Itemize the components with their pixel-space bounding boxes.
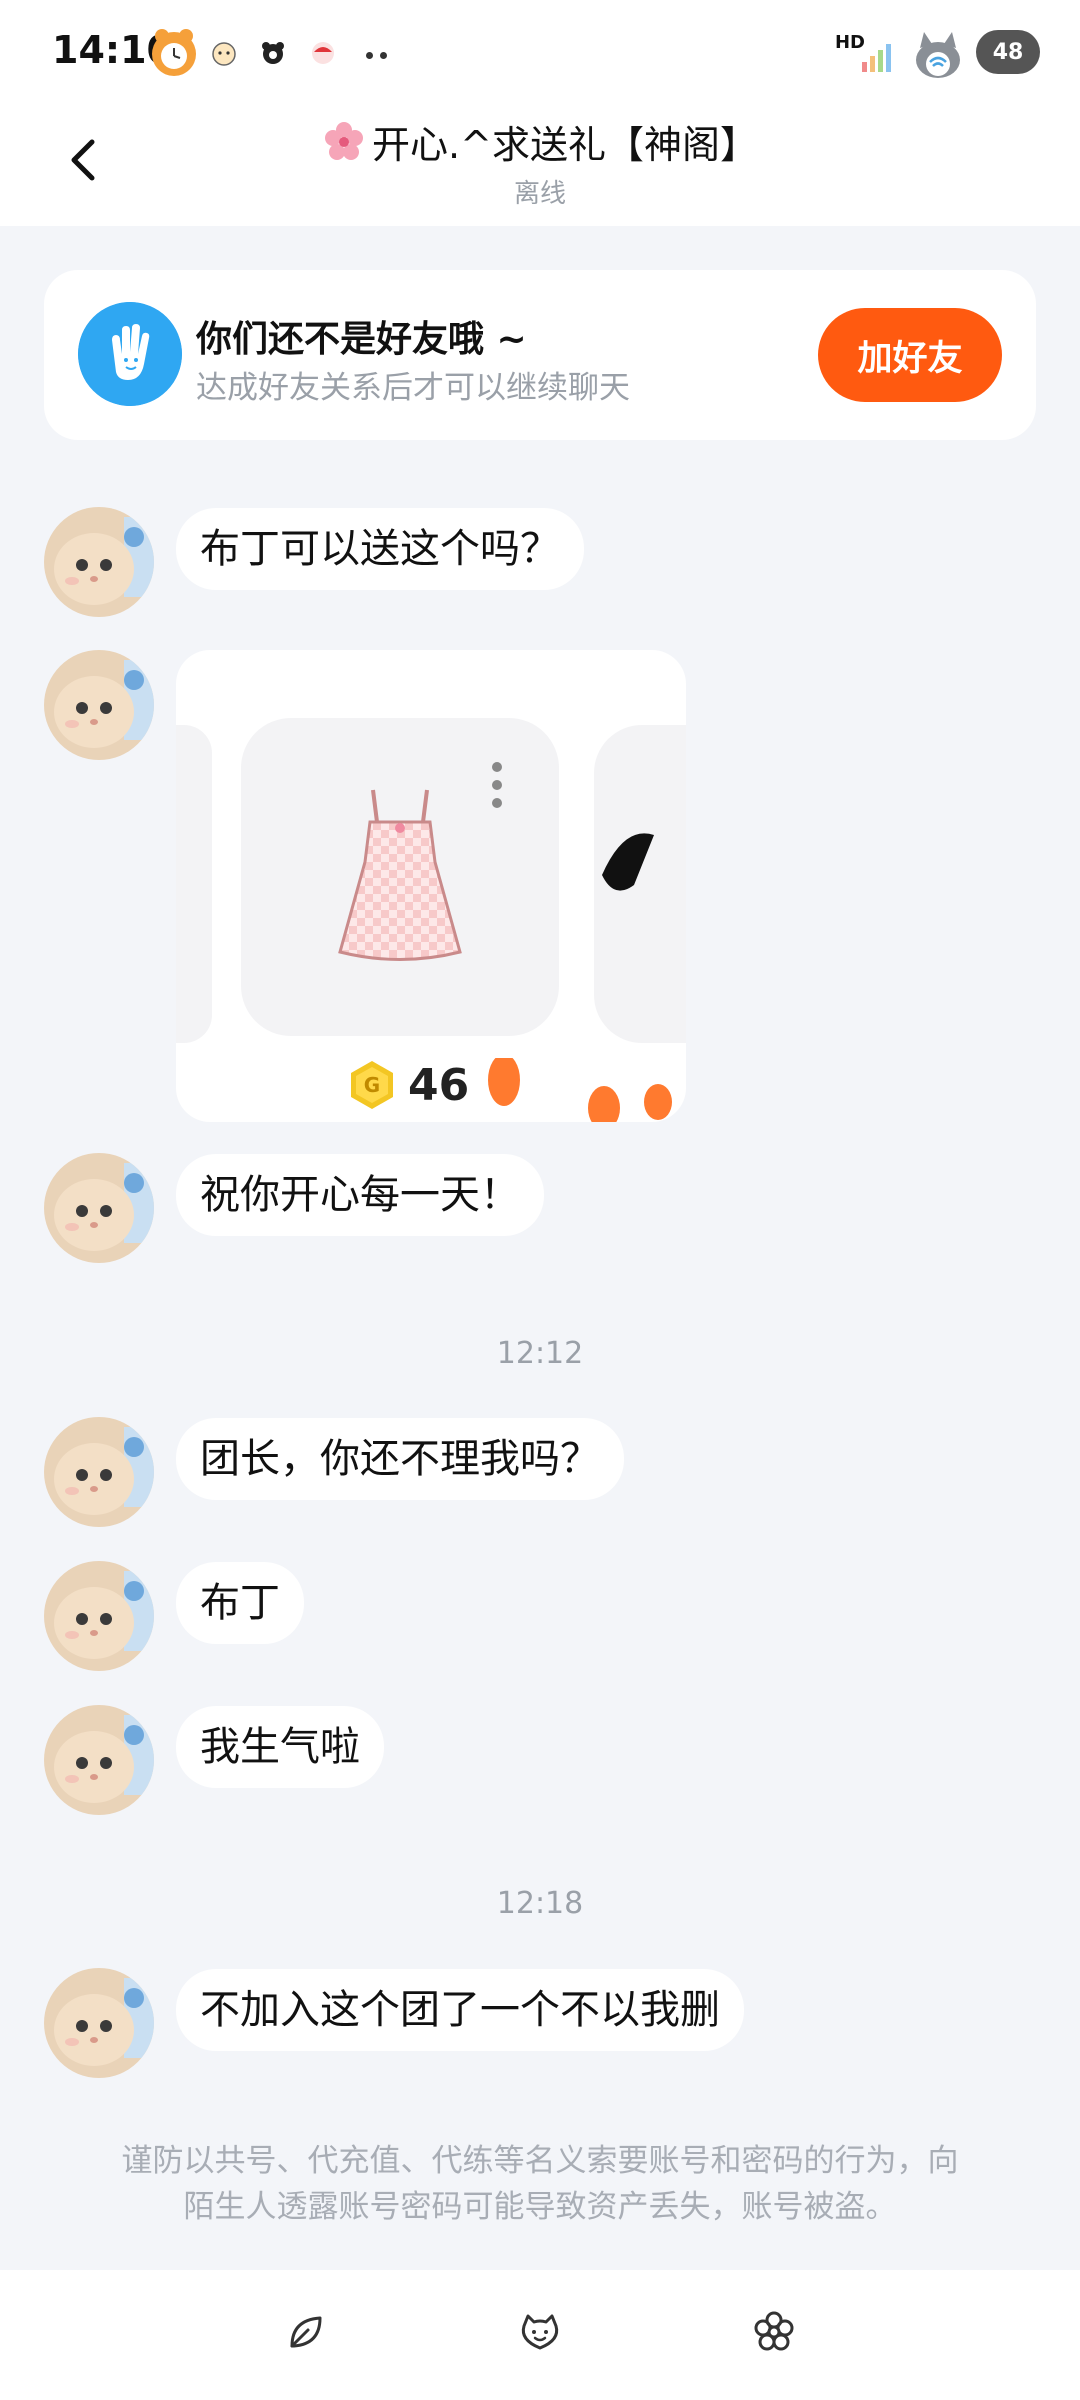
- sakura-flower-icon: [325, 121, 364, 160]
- avatar[interactable]: [44, 650, 154, 760]
- message-bubble[interactable]: 不加入这个团了一个不以我删: [176, 1969, 744, 2051]
- chat-header: 开心.^求送礼【神阁】 离线: [0, 100, 1080, 226]
- status-bar: 14:10 HD 48: [0, 0, 1080, 100]
- message-bubble[interactable]: 布丁可以送这个吗？: [176, 508, 584, 590]
- gift-price: 46: [408, 1059, 470, 1111]
- flower-icon[interactable]: [752, 2310, 796, 2354]
- avatar[interactable]: [44, 1417, 154, 1527]
- gift-item[interactable]: [241, 718, 559, 1036]
- status-right-group: HD 48: [780, 24, 1040, 80]
- orange-decoration-icon: [488, 1058, 672, 1122]
- more-notifications-dot: [380, 52, 387, 59]
- more-options-icon[interactable]: [492, 780, 502, 790]
- avatar[interactable]: [44, 507, 154, 617]
- more-options-icon[interactable]: [492, 762, 502, 772]
- message-bubble[interactable]: 祝你开心每一天！: [176, 1154, 544, 1236]
- safety-notice-line: 谨防以共号、代充值、代练等名义索要账号和密码的行为，向: [121, 2143, 959, 2179]
- title-block: 开心.^求送礼【神阁】 离线: [0, 114, 1080, 210]
- red-app-icon: [312, 42, 334, 64]
- cat-avatar-icon: [44, 1968, 154, 2078]
- gift-card-next-item: [594, 725, 686, 1043]
- pink-dress-icon: [338, 789, 462, 961]
- gift-card-prev-item: [176, 725, 212, 1043]
- svg-text:G: G: [364, 1073, 380, 1097]
- timestamp: 12:18: [496, 1886, 584, 1921]
- message-bubble[interactable]: 布丁: [176, 1562, 304, 1644]
- avatar[interactable]: [44, 1561, 154, 1671]
- banner-title: 你们还不是好友哦 ~: [196, 319, 527, 360]
- battery-indicator: 48: [976, 30, 1040, 74]
- chat-title: 开心.^求送礼【神阁】: [372, 123, 758, 167]
- avatar[interactable]: [44, 1153, 154, 1263]
- chat-title-row: 开心.^求送礼【神阁】: [322, 114, 758, 169]
- add-friend-button[interactable]: 加好友: [818, 308, 1002, 402]
- timestamp: 12:12: [496, 1336, 584, 1371]
- leaf-icon[interactable]: [284, 2310, 328, 2354]
- gift-price-row: G 46: [346, 1055, 469, 1115]
- friend-request-banner: 你们还不是好友哦 ~ 达成好友关系后才可以继续聊天 加好友: [44, 270, 1036, 440]
- avatar[interactable]: [44, 1968, 154, 2078]
- safety-notice-line: 陌生人透露账号密码可能导致资产丢失，账号被盗。: [183, 2189, 897, 2225]
- cat-avatar-icon: [44, 650, 154, 760]
- banner-subtitle: 达成好友关系后才可以继续聊天: [196, 370, 630, 406]
- more-options-icon[interactable]: [492, 798, 502, 808]
- cat-avatar-icon: [44, 1705, 154, 1815]
- smiley-face-icon[interactable]: [518, 2310, 562, 2354]
- cat-wifi-sticker-icon: [916, 32, 960, 78]
- cat-avatar-icon: [44, 1417, 154, 1527]
- cat-avatar-icon: [44, 507, 154, 617]
- message-bubble[interactable]: 我生气啦: [176, 1706, 384, 1788]
- bottom-action-bar: [0, 2270, 1080, 2400]
- avatar[interactable]: [44, 1705, 154, 1815]
- more-notifications-dot: [366, 52, 373, 59]
- signal-bars-icon: [862, 44, 891, 72]
- cartoon-app-icon: [212, 42, 236, 66]
- tiger-clock-sticker-icon: [152, 29, 196, 76]
- waving-hand-icon: [78, 302, 182, 406]
- cat-avatar-icon: [44, 1153, 154, 1263]
- gold-coin-icon: G: [351, 1061, 393, 1109]
- cat-avatar-icon: [44, 1561, 154, 1671]
- message-bubble[interactable]: 团长，你还不理我吗？: [176, 1418, 624, 1500]
- black-accessory-icon: [602, 833, 654, 891]
- panda-app-icon: [262, 42, 284, 64]
- safety-notice: 谨防以共号、代充值、代练等名义索要账号和密码的行为，向 陌生人透露账号密码可能导…: [90, 2138, 990, 2230]
- online-status: 离线: [513, 179, 566, 209]
- gift-card[interactable]: G 46: [176, 650, 686, 1122]
